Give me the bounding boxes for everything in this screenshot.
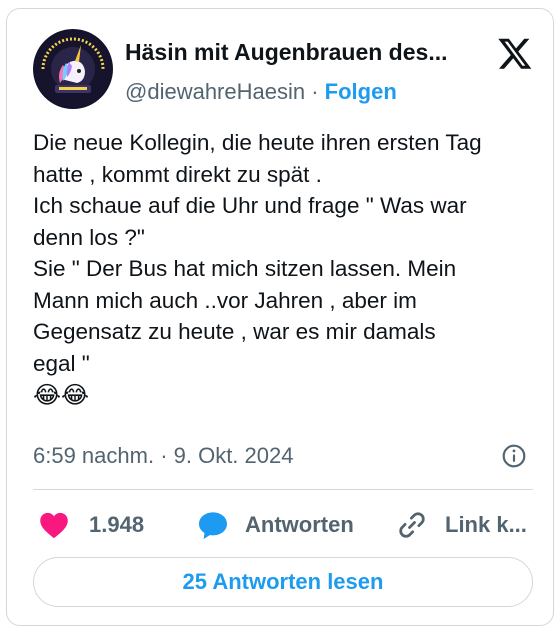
tweet-line: Sie " Der Bus hat mich sitzen lassen. Me…: [33, 256, 457, 281]
tweet-line: Die neue Kollegin, die heute ihren erste…: [33, 130, 482, 155]
heart-icon: [40, 512, 68, 539]
copy-link-button[interactable]: Link k...: [397, 505, 527, 545]
link-label: Link k...: [445, 512, 527, 537]
author-handle-row: @diewahreHaesin · Folgen: [125, 79, 397, 105]
reply-label: Antworten: [245, 512, 354, 537]
follow-button[interactable]: Folgen: [325, 79, 397, 104]
handle-separator: ·: [311, 79, 319, 104]
tweet-emoji: 😂😂: [33, 382, 90, 409]
like-button[interactable]: 1.948: [39, 505, 144, 545]
tweet-card: Häsin mit Augenbrauen des... @diewahreHa…: [6, 8, 554, 626]
like-count: 1.948: [89, 512, 145, 537]
tweet-header: Häsin mit Augenbrauen des... @diewahreHa…: [33, 29, 533, 109]
action-bar: 1.948 Antworten Link k...: [33, 505, 533, 545]
link-icon: [399, 512, 425, 538]
tweet-text: Die neue Kollegin, die heute ihren erste…: [33, 127, 533, 413]
info-icon[interactable]: [501, 443, 527, 469]
tweet-line: hatte , kommt direkt zu spät .: [33, 161, 322, 187]
author-display-name[interactable]: Häsin mit Augenbrauen des...: [125, 39, 447, 66]
read-replies-label: 25 Antworten lesen: [182, 569, 384, 594]
author-handle[interactable]: @diewahreHaesin: [125, 79, 305, 104]
tweet-line: Mann mich auch ..vor Jahren , aber im: [33, 287, 417, 313]
tweet-line: egal ": [33, 350, 90, 376]
tweet-meta: 6:59 nachm. · 9. Okt. 2024: [33, 437, 533, 473]
unicorn-avatar-icon: [35, 31, 111, 107]
tweet-line: denn los ?": [33, 224, 145, 250]
reply-button[interactable]: Antworten: [197, 505, 354, 545]
divider: [33, 489, 533, 490]
timestamp[interactable]: 6:59 nachm. · 9. Okt. 2024: [33, 443, 293, 469]
read-replies-button[interactable]: 25 Antworten lesen: [33, 557, 533, 607]
tweet-line: Ich schaue auf die Uhr und frage " Was w…: [33, 193, 467, 218]
tweet-line: Gegensatz zu heute , war es mir damals: [33, 319, 436, 344]
x-logo-icon[interactable]: [497, 35, 533, 71]
reply-bubble-icon: [199, 512, 227, 539]
avatar[interactable]: [33, 29, 113, 109]
